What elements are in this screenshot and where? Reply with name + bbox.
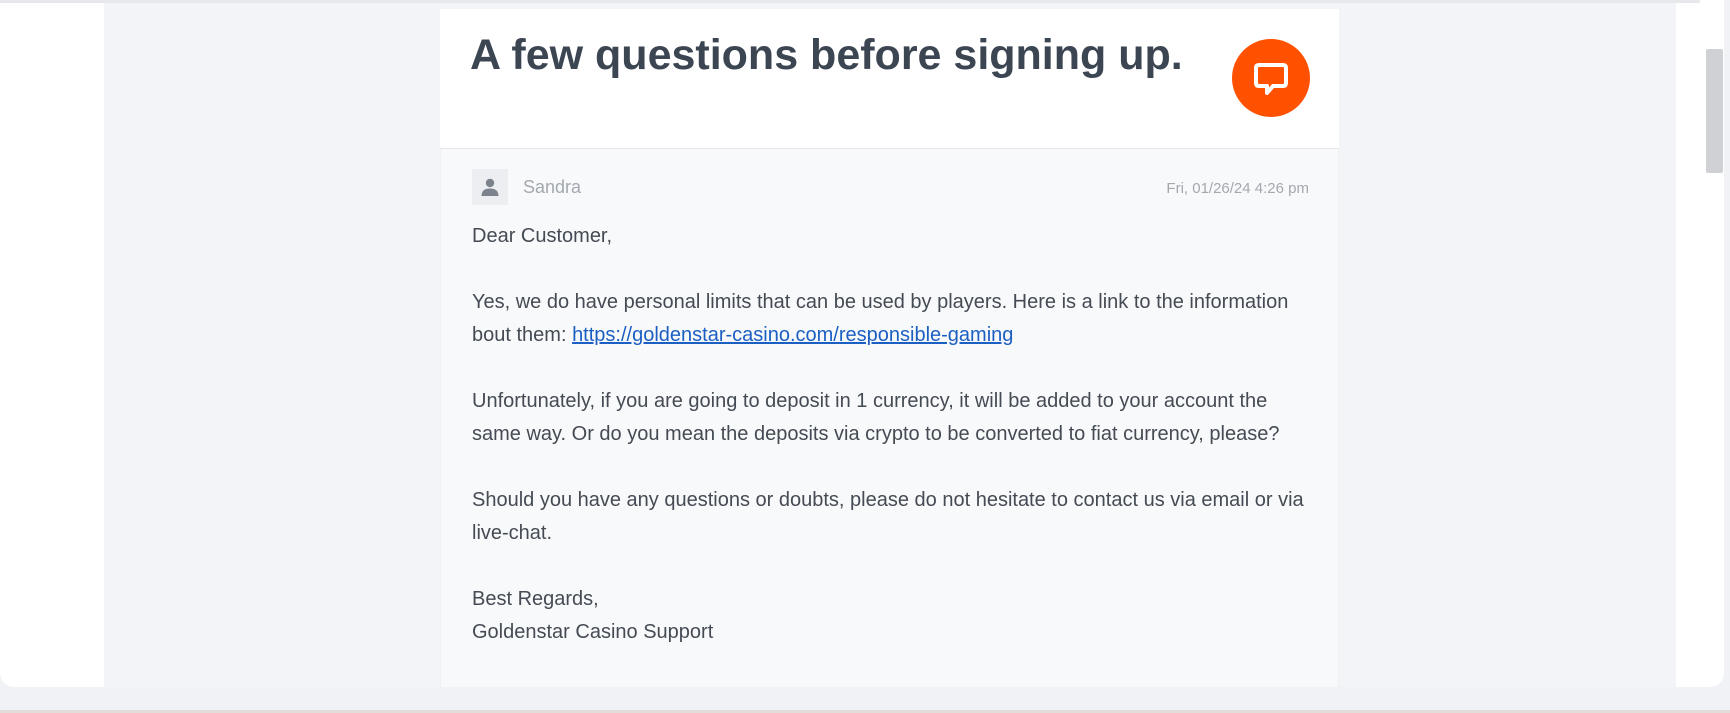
message-body: Dear Customer, Yes, we do have personal … xyxy=(472,220,1317,649)
vertical-scrollbar[interactable] xyxy=(1700,0,1724,687)
paragraph-limits: Yes, we do have personal limits that can… xyxy=(472,286,1317,352)
message-card: Sandra Fri, 01/26/24 4:26 pm Dear Custom… xyxy=(440,149,1339,687)
browser-window: A few questions before signing up. Sandr… xyxy=(0,0,1724,687)
responsible-gaming-link[interactable]: https://goldenstar-casino.com/responsibl… xyxy=(572,324,1013,346)
avatar xyxy=(472,169,508,205)
paragraph-currency: Unfortunately, if you are going to depos… xyxy=(472,390,1280,445)
chat-bubble-icon xyxy=(1254,63,1288,95)
signature-text: Goldenstar Casino Support xyxy=(472,621,714,643)
user-icon xyxy=(481,178,499,196)
signoff-text: Best Regards, xyxy=(472,588,599,610)
signature-block: Best Regards, Goldenstar Casino Support xyxy=(472,583,1317,649)
author-name: Sandra xyxy=(523,177,582,197)
live-chat-button[interactable] xyxy=(1232,39,1310,117)
scrollbar-thumb[interactable] xyxy=(1706,49,1723,173)
ticket-header: A few questions before signing up. xyxy=(440,9,1339,149)
message-header: Sandra Fri, 01/26/24 4:26 pm xyxy=(472,169,1309,205)
greeting-text: Dear Customer, xyxy=(472,225,613,247)
message-timestamp: Fri, 01/26/24 4:26 pm xyxy=(1166,180,1309,197)
ticket-title: A few questions before signing up. xyxy=(470,31,1183,79)
paragraph-contact: Should you have any questions or doubts,… xyxy=(472,489,1304,544)
